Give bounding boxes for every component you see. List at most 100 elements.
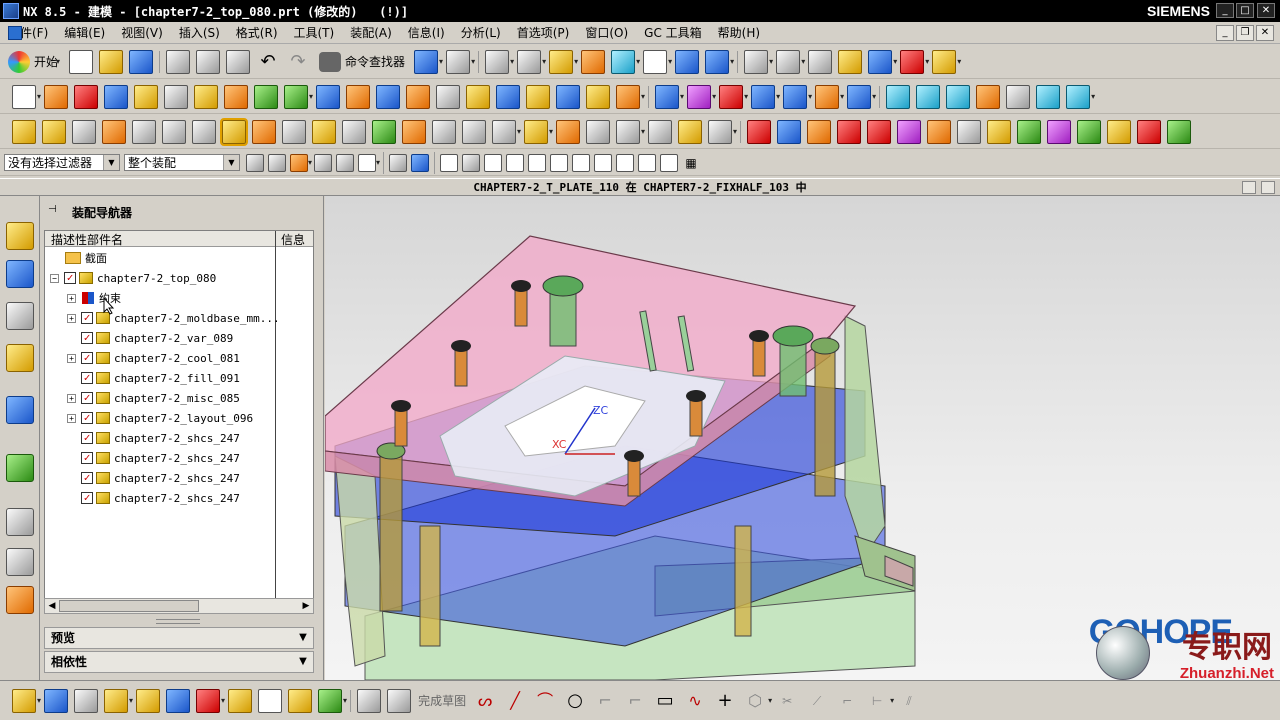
divide-face-icon[interactable] <box>957 119 982 144</box>
create-array-icon[interactable] <box>104 688 129 713</box>
moldbase-icon[interactable] <box>282 119 306 144</box>
assembly-constraints-icon[interactable] <box>166 688 191 713</box>
expand-icon[interactable]: + <box>67 353 76 363</box>
tree-row-component[interactable]: ✓ chapter7-2_var_089 <box>67 328 233 348</box>
line-icon[interactable]: ╱ <box>503 689 527 713</box>
casting-icon[interactable] <box>708 119 733 144</box>
thread-icon[interactable] <box>406 84 431 109</box>
dependency-section[interactable]: 相依性 ▼ <box>44 651 314 673</box>
shell-icon[interactable] <box>496 84 521 109</box>
edge-patch-icon[interactable] <box>867 119 892 144</box>
enlarge-surface-icon[interactable] <box>1107 119 1132 144</box>
panel-splitter[interactable] <box>156 619 200 624</box>
replace-face-icon[interactable] <box>783 84 808 109</box>
visibility-checkbox[interactable]: ✓ <box>81 352 93 364</box>
visibility-checkbox[interactable]: ✓ <box>81 472 93 484</box>
sketch-dimension-icon[interactable]: ⊢ <box>865 689 889 713</box>
trim-sheet-icon[interactable] <box>1066 84 1091 109</box>
visibility-checkbox[interactable]: ✓ <box>81 492 93 504</box>
type-filter-select[interactable]: 没有选择过滤器 ▼ <box>4 154 120 171</box>
rectangle-select-icon[interactable] <box>358 153 377 172</box>
filter-settings-icon[interactable] <box>246 153 264 172</box>
snap-intersection-icon[interactable] <box>550 153 569 172</box>
column-info-header[interactable]: 信息 <box>281 231 305 248</box>
fillet-icon[interactable]: ⌐ <box>593 689 617 713</box>
rectangle-icon[interactable]: ▭ <box>653 689 677 713</box>
unite-icon[interactable] <box>655 84 680 109</box>
exploded-view-icon[interactable] <box>228 688 253 713</box>
grid-icon[interactable]: ▦ <box>682 154 700 172</box>
menu-view[interactable]: 视图(V) <box>113 24 171 41</box>
profile-icon[interactable]: ᔕ <box>473 689 497 713</box>
move-component-icon[interactable] <box>705 49 730 74</box>
snap-icon[interactable] <box>808 49 833 74</box>
split-body-icon[interactable] <box>777 119 802 144</box>
internet-explorer-tab-icon[interactable] <box>6 396 34 424</box>
extract-body-icon[interactable] <box>807 119 832 144</box>
expand-icon[interactable]: + <box>67 413 76 423</box>
background-icon[interactable] <box>643 49 668 74</box>
extend-sheet-icon[interactable] <box>927 119 952 144</box>
chamfer-icon[interactable] <box>466 84 491 109</box>
select-body-icon[interactable] <box>411 153 430 172</box>
close-button[interactable]: ✕ <box>1257 3 1275 18</box>
snap-mid-point-icon[interactable] <box>506 153 525 172</box>
status-restore-icon[interactable] <box>1242 181 1256 194</box>
pad-icon[interactable] <box>284 84 309 109</box>
menu-edit[interactable]: 编辑(E) <box>56 24 113 41</box>
history-tab-icon[interactable] <box>6 508 34 536</box>
preview-section[interactable]: 预览 ▼ <box>44 627 314 649</box>
offset-face-icon[interactable] <box>751 84 776 109</box>
wcs-icon[interactable] <box>776 49 801 74</box>
pocket-mold-icon[interactable] <box>586 119 611 144</box>
tree-row-component[interactable]: ✓ chapter7-2_shcs_247 <box>67 468 240 488</box>
reference-blend-icon[interactable] <box>1047 119 1072 144</box>
snap-on-face-icon[interactable] <box>660 153 679 172</box>
bom-icon[interactable] <box>616 119 641 144</box>
surface-icon[interactable] <box>886 84 911 109</box>
snap-arc-center-icon[interactable] <box>572 153 591 172</box>
mirror-assembly-icon[interactable] <box>136 688 161 713</box>
feature-rule-icon[interactable] <box>290 153 308 172</box>
reuse-library-tab-icon[interactable] <box>6 344 34 372</box>
snap-end-point-icon[interactable] <box>484 153 503 172</box>
menu-information[interactable]: 信息(I) <box>400 24 453 41</box>
pencil-icon[interactable] <box>12 119 36 144</box>
circle-icon[interactable]: ○ <box>563 689 587 713</box>
scroll-left-icon[interactable]: ◀ <box>45 599 59 613</box>
render-style-icon[interactable] <box>517 49 542 74</box>
tree-row-section-folder[interactable]: 截面 <box>65 248 107 268</box>
patch-icon[interactable] <box>837 119 862 144</box>
sketch-task-icon[interactable] <box>357 688 382 713</box>
menu-analysis[interactable]: 分析(L) <box>453 24 509 41</box>
replace-solid-icon[interactable] <box>987 119 1012 144</box>
bounded-plane-icon[interactable] <box>976 84 1001 109</box>
pattern-icon[interactable] <box>556 84 581 109</box>
menu-format[interactable]: 格式(R) <box>228 24 286 41</box>
redo-icon[interactable]: ↷ <box>286 50 310 74</box>
auto-blend-icon[interactable] <box>1137 119 1162 144</box>
chamfer-sketch-icon[interactable]: ⌐ <box>623 689 647 713</box>
status-maximize-icon[interactable] <box>1261 181 1275 194</box>
shaded-view-icon[interactable] <box>414 49 439 74</box>
subtract-icon[interactable] <box>687 84 712 109</box>
command-finder-button[interactable]: 命令查找器 <box>319 51 405 72</box>
undo-icon[interactable]: ↶ <box>256 50 280 74</box>
visibility-checkbox[interactable]: ✓ <box>81 432 93 444</box>
tree-row-component[interactable]: ✓ chapter7-2_shcs_247 <box>67 488 240 508</box>
process-studio-tab-icon[interactable] <box>6 454 34 482</box>
through-curves-icon[interactable] <box>916 84 941 109</box>
tree-horizontal-scrollbar[interactable]: ◀ ▶ <box>44 598 314 614</box>
parting-check-icon[interactable] <box>1167 119 1192 144</box>
link-icon[interactable] <box>318 688 343 713</box>
snap-control-point-icon[interactable] <box>528 153 547 172</box>
reposition-icon[interactable] <box>196 688 221 713</box>
slot-icon[interactable] <box>376 84 401 109</box>
standard-part-icon[interactable] <box>312 119 336 144</box>
cone-icon[interactable] <box>164 84 189 109</box>
snap-quadrant-icon[interactable] <box>594 153 613 172</box>
column-name-header[interactable]: 描述性部件名 <box>51 231 123 248</box>
trim-body-icon[interactable] <box>616 84 641 109</box>
chevron-down-icon[interactable]: ▼ <box>295 654 311 670</box>
trim-mold-icon[interactable] <box>556 119 581 144</box>
